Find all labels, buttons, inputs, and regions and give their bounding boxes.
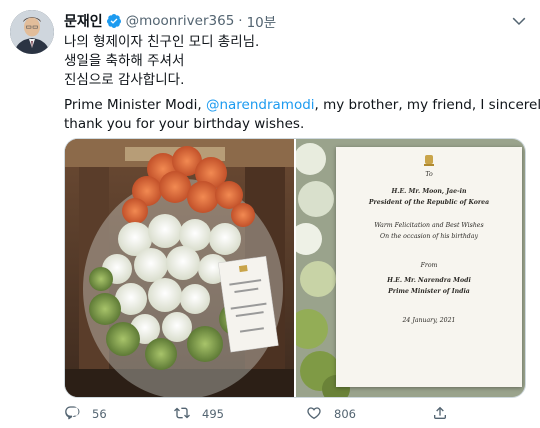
- media-grid: To H.E. Mr. Moon, Jae-in President of th…: [64, 138, 526, 398]
- card-recipient-title: President of the Republic of Korea: [368, 199, 490, 206]
- tweet-line: 생일을 축하해 주셔서: [64, 53, 185, 69]
- mention-link[interactable]: @narendramodi: [206, 97, 315, 113]
- emblem-icon: [422, 153, 436, 167]
- card-sender-title: Prime Minister of India: [388, 288, 470, 295]
- card-from: From: [420, 262, 438, 269]
- card-to: To: [425, 171, 433, 178]
- handle[interactable]: @moonriver365: [126, 13, 235, 29]
- birthday-card: To H.E. Mr. Moon, Jae-in President of th…: [336, 147, 522, 387]
- like-button[interactable]: 806: [306, 405, 356, 424]
- action-bar: 56 495 806: [64, 404, 494, 424]
- tweet[interactable]: 문재인 @moonriver365 · 10분 나의 형제이자 친구인 모디 총…: [0, 0, 540, 428]
- like-count: 806: [334, 407, 356, 421]
- card-date: 24 January, 2021: [402, 317, 456, 324]
- verified-badge-icon: [106, 13, 122, 29]
- reply-count: 56: [92, 407, 107, 421]
- tweet-text-english: Prime Minister Modi, @narendramodi, my b…: [64, 96, 540, 134]
- reply-button[interactable]: 56: [64, 405, 107, 424]
- retweet-icon: [174, 405, 190, 424]
- display-name[interactable]: 문재인: [64, 11, 103, 31]
- tweet-header: 문재인 @moonriver365 · 10분: [64, 11, 276, 31]
- share-button[interactable]: [432, 405, 448, 424]
- card-recipient: H.E. Mr. Moon, Jae-in: [391, 188, 467, 195]
- tweet-text-korean: 나의 형제이자 친구인 모디 총리님. 생일을 축하해 주셔서 진심으로 감사합…: [64, 33, 524, 90]
- like-icon: [306, 405, 322, 424]
- timestamp[interactable]: 10분: [247, 11, 277, 31]
- separator-dot: ·: [238, 13, 243, 29]
- card-wish-line: On the occasion of his birthday: [380, 233, 478, 240]
- chevron-down-icon[interactable]: [510, 12, 528, 30]
- tweet-line: thank you for your birthday wishes.: [64, 116, 305, 132]
- retweet-button[interactable]: 495: [174, 405, 224, 424]
- photo-bouquet[interactable]: [65, 139, 294, 397]
- reply-icon: [64, 405, 80, 424]
- card-wish-line: Warm Felicitation and Best Wishes: [374, 222, 484, 229]
- tweet-line: Prime Minister Modi, @narendramodi, my b…: [64, 96, 540, 115]
- tweet-line: 나의 형제이자 친구인 모디 총리님.: [64, 34, 260, 50]
- tweet-text-prefix: Prime Minister Modi,: [64, 97, 206, 113]
- photo-card[interactable]: To H.E. Mr. Moon, Jae-in President of th…: [296, 139, 525, 397]
- retweet-count: 495: [202, 407, 224, 421]
- avatar[interactable]: [10, 10, 54, 54]
- share-icon: [432, 405, 448, 424]
- tweet-text-suffix: , my brother, my friend, I sincerely: [314, 97, 540, 113]
- tweet-line: 진심으로 감사합니다.: [64, 72, 185, 88]
- card-sender: H.E. Mr. Narendra Modi: [387, 277, 471, 284]
